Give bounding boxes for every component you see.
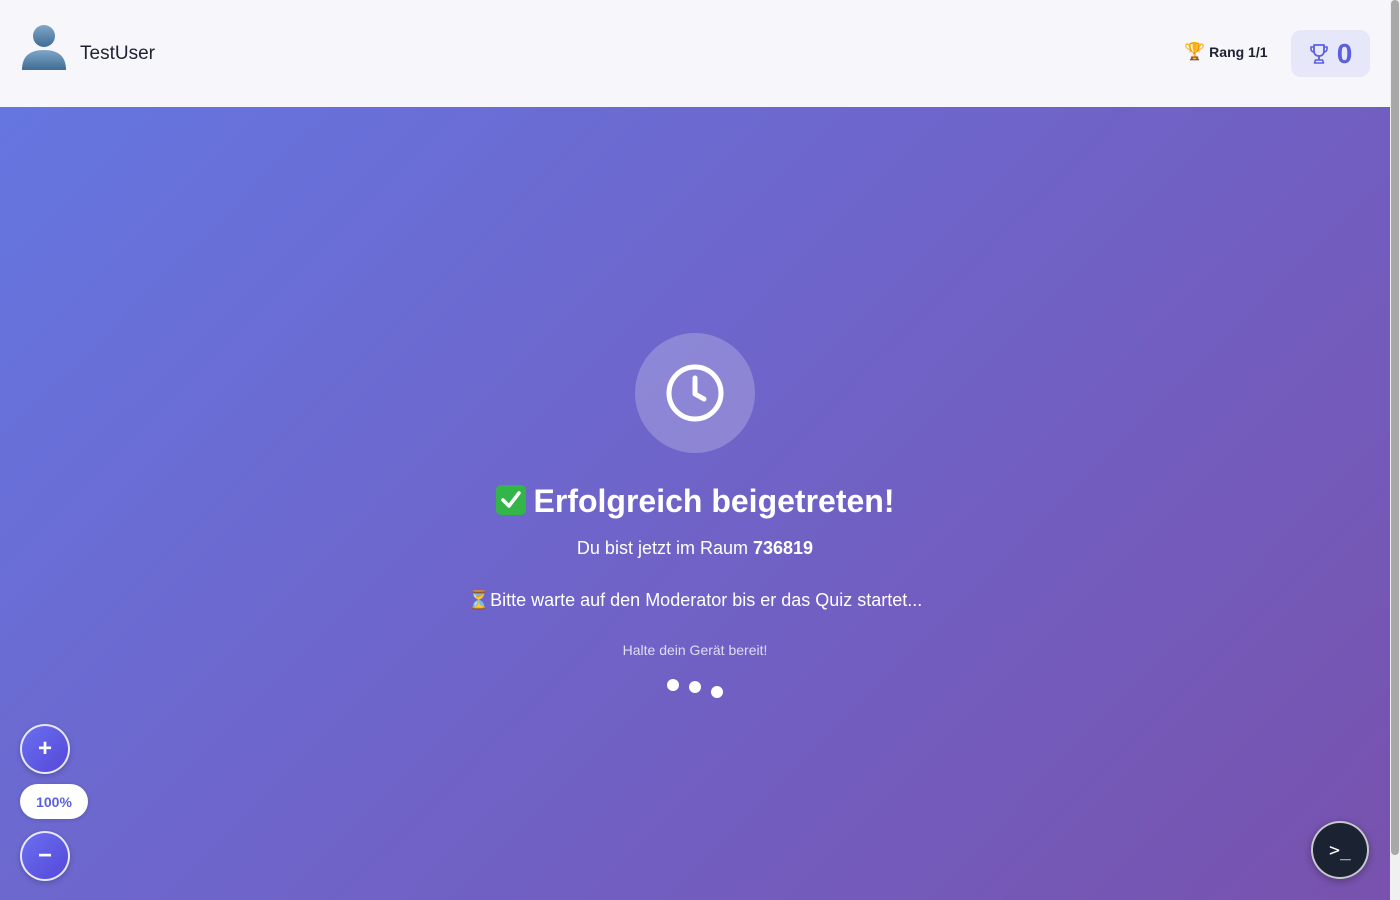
trophy-outline-icon bbox=[1309, 43, 1328, 64]
check-mark-icon bbox=[495, 485, 526, 515]
terminal-button[interactable]: >_ bbox=[1311, 821, 1369, 879]
zoom-in-button[interactable]: + bbox=[20, 724, 70, 774]
rank-indicator: 🏆 Rang 1/1 bbox=[1184, 43, 1268, 60]
top-bar: TestUser 🏆 Rang 1/1 0 bbox=[0, 0, 1390, 107]
clock-badge bbox=[635, 333, 755, 453]
terminal-icon: >_ bbox=[1329, 839, 1351, 861]
zoom-out-button[interactable]: − bbox=[20, 831, 70, 881]
room-prefix: Du bist jetzt im Raum bbox=[576, 538, 748, 558]
loading-dot bbox=[711, 686, 723, 698]
wait-message: ⏳Bitte warte auf den Moderator bis er da… bbox=[467, 590, 923, 610]
loading-dot bbox=[667, 679, 679, 691]
avatar-icon[interactable] bbox=[20, 22, 68, 70]
success-heading: Erfolgreich beigetreten! bbox=[0, 483, 1390, 520]
scrollbar[interactable] bbox=[1390, 0, 1400, 900]
room-code: 736819 bbox=[752, 538, 814, 558]
score-badge: 0 bbox=[1291, 30, 1370, 77]
success-heading-text: Erfolgreich beigetreten! bbox=[533, 483, 895, 519]
trophy-icon: 🏆 bbox=[1184, 42, 1206, 61]
loading-dot bbox=[689, 681, 701, 693]
clock-icon bbox=[666, 364, 724, 422]
rank-label: Rang 1/1 bbox=[1209, 43, 1268, 60]
scrollbar-thumb[interactable] bbox=[1391, 0, 1399, 855]
username: TestUser bbox=[80, 43, 155, 64]
score-value: 0 bbox=[1336, 37, 1353, 69]
hint-text: Halte dein Gerät bereit! bbox=[622, 642, 768, 658]
zoom-level: 100% bbox=[20, 784, 88, 819]
room-info: Du bist jetzt im Raum 736819 bbox=[0, 538, 1390, 559]
